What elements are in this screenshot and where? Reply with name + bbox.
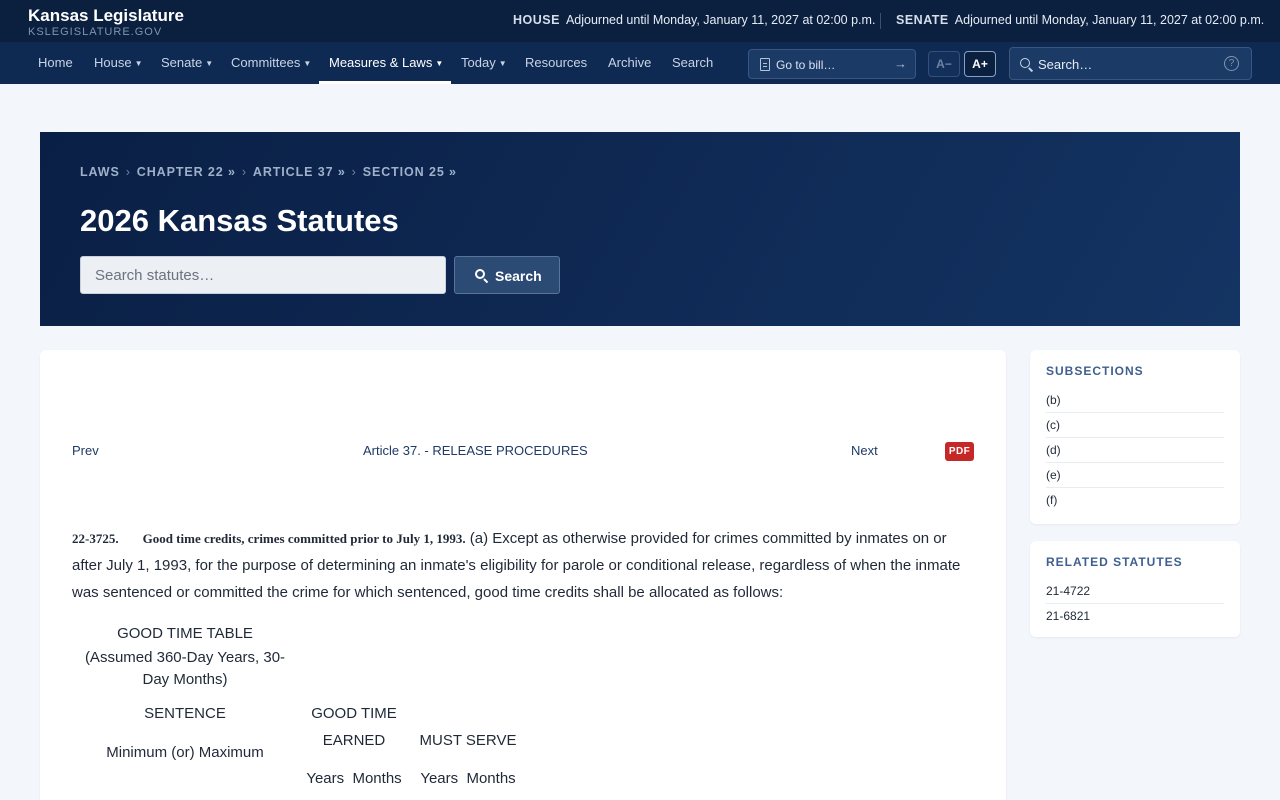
nav-item-label: Archive	[608, 55, 652, 70]
document-icon	[760, 58, 770, 71]
statute-search-button-label: Search	[495, 268, 542, 284]
years-months-serve: Years Months	[420, 770, 516, 787]
breadcrumb-laws[interactable]: LAWS	[80, 165, 120, 179]
related-statutes-panel: RELATED STATUTES 21-4722 21-6821	[1030, 541, 1240, 637]
subsection-link[interactable]: (b)	[1046, 388, 1224, 413]
subsection-link[interactable]: (d)	[1046, 438, 1224, 463]
statute-search-input[interactable]	[80, 256, 446, 294]
status-divider	[880, 13, 881, 29]
breadcrumb-chapter[interactable]: CHAPTER 22 »	[137, 165, 236, 179]
statute-text: 22-3725. Good time credits, crimes commit…	[72, 525, 977, 606]
breadcrumb-article[interactable]: ARTICLE 37 »	[253, 165, 346, 179]
breadcrumb: LAWS › CHAPTER 22 » › ARTICLE 37 » › SECTION 2…	[80, 165, 457, 179]
senate-status-text: Adjourned until Monday, January 11, 2027…	[954, 13, 1265, 27]
nav-item-senate[interactable]: Senate ▼	[161, 42, 213, 84]
font-decrease-button[interactable]: A−	[928, 51, 960, 77]
statute-document: Prev Article 37. - RELEASE PROCEDURES Ne…	[40, 350, 1006, 800]
next-link[interactable]: Next	[851, 443, 878, 458]
go-to-bill-box: →	[748, 49, 916, 79]
chevron-down-icon: ▼	[435, 59, 444, 68]
search-icon	[1020, 58, 1030, 68]
arrow-right-icon[interactable]: →	[894, 56, 907, 72]
statutes-hero: LAWS › CHAPTER 22 » › ARTICLE 37 » › SECTION 2…	[40, 132, 1240, 326]
column-sentence: SENTENCE	[144, 705, 226, 722]
font-increase-button[interactable]: A+	[964, 51, 996, 77]
site-search-input[interactable]	[1038, 55, 1218, 73]
related-statutes-list: 21-4722 21-6821	[1046, 579, 1224, 629]
years-months-earned: Years Months	[306, 770, 402, 787]
nav-item-resources[interactable]: Resources	[525, 42, 587, 84]
house-label: HOUSE	[513, 13, 560, 27]
chevron-down-icon: ▼	[498, 59, 507, 68]
nav-item-label: Today	[461, 55, 496, 70]
senate-status: SENATE Adjourned until Monday, January 11…	[896, 13, 1264, 27]
row-min-max: Minimum (or) Maximum	[106, 744, 264, 761]
subsection-link[interactable]: (c)	[1046, 413, 1224, 438]
nav-item-label: Senate	[161, 55, 203, 70]
nav-item-archive[interactable]: Archive	[608, 42, 651, 84]
search-icon	[475, 269, 485, 279]
subsection-link[interactable]: (e)	[1046, 463, 1224, 488]
chevron-down-icon: ▼	[303, 59, 312, 68]
nav-item-house[interactable]: House ▼	[94, 42, 143, 84]
breadcrumb-separator: ›	[351, 165, 357, 179]
nav-item-label: Measures & Laws	[329, 55, 433, 70]
page-title: 2026 Kansas Statutes	[80, 203, 399, 238]
nav-item-label: Home	[38, 55, 73, 70]
good-time-table-title: GOOD TIME TABLE	[117, 625, 253, 642]
brand-name[interactable]: Kansas Legislature	[28, 6, 184, 26]
prev-link[interactable]: Prev	[72, 443, 99, 458]
breadcrumb-section[interactable]: SECTION 25 »	[363, 165, 457, 179]
house-status-text: Adjourned until Monday, January 11, 2027…	[565, 13, 876, 27]
breadcrumb-separator: ›	[241, 165, 247, 179]
nav-item-measures-laws[interactable]: Measures & Laws ▼	[329, 42, 443, 84]
nav-item-label: Committees	[231, 55, 301, 70]
section-number: 22-3725.	[72, 531, 119, 546]
related-statute-link[interactable]: 21-6821	[1046, 604, 1224, 629]
help-icon[interactable]: ?	[1224, 56, 1239, 71]
senate-label: SENATE	[896, 13, 949, 27]
site-brand[interactable]: Kansas Legislature KSLEGISLATURE.GOV	[28, 6, 184, 38]
nav-item-label: House	[94, 55, 132, 70]
related-statutes-heading: RELATED STATUTES	[1046, 555, 1183, 569]
go-to-bill-input[interactable]	[776, 56, 896, 74]
column-earned: EARNED	[322, 732, 386, 749]
top-bar: Kansas Legislature KSLEGISLATURE.GOV HOU…	[0, 0, 1280, 42]
active-nav-indicator	[319, 81, 451, 84]
related-statute-link[interactable]: 21-4722	[1046, 579, 1224, 604]
good-time-table-subtitle: (Assumed 360-Day Years, 30-Day Months)	[84, 649, 286, 688]
article-title: Article 37. - RELEASE PROCEDURES	[363, 443, 588, 458]
subsections-heading: SUBSECTIONS	[1046, 364, 1144, 378]
chevron-down-icon: ▼	[134, 59, 143, 68]
nav-item-today[interactable]: Today ▼	[461, 42, 507, 84]
nav-item-committees[interactable]: Committees ▼	[231, 42, 311, 84]
nav-item-home[interactable]: Home	[38, 42, 73, 84]
house-status: HOUSE Adjourned until Monday, January 11,…	[513, 13, 875, 27]
column-must-serve: MUST SERVE	[419, 732, 517, 749]
site-search-box: ?	[1009, 47, 1252, 80]
pdf-button[interactable]: PDF	[945, 442, 974, 461]
subsections-panel: SUBSECTIONS (b) (c) (d) (e) (f)	[1030, 350, 1240, 524]
statute-search-button[interactable]: Search	[454, 256, 560, 294]
nav-item-label: Resources	[525, 55, 588, 70]
column-good-time: GOOD TIME	[311, 705, 397, 722]
subsections-list: (b) (c) (d) (e) (f)	[1046, 388, 1224, 513]
subsection-link[interactable]: (f)	[1046, 488, 1224, 513]
chevron-down-icon: ▼	[205, 59, 214, 68]
section-heading: Good time credits, crimes committed prio…	[142, 531, 466, 546]
nav-item-search[interactable]: Search	[672, 42, 713, 84]
brand-site: KSLEGISLATURE.GOV	[28, 26, 163, 38]
breadcrumb-separator: ›	[125, 165, 131, 179]
nav-item-label: Search	[672, 55, 714, 70]
